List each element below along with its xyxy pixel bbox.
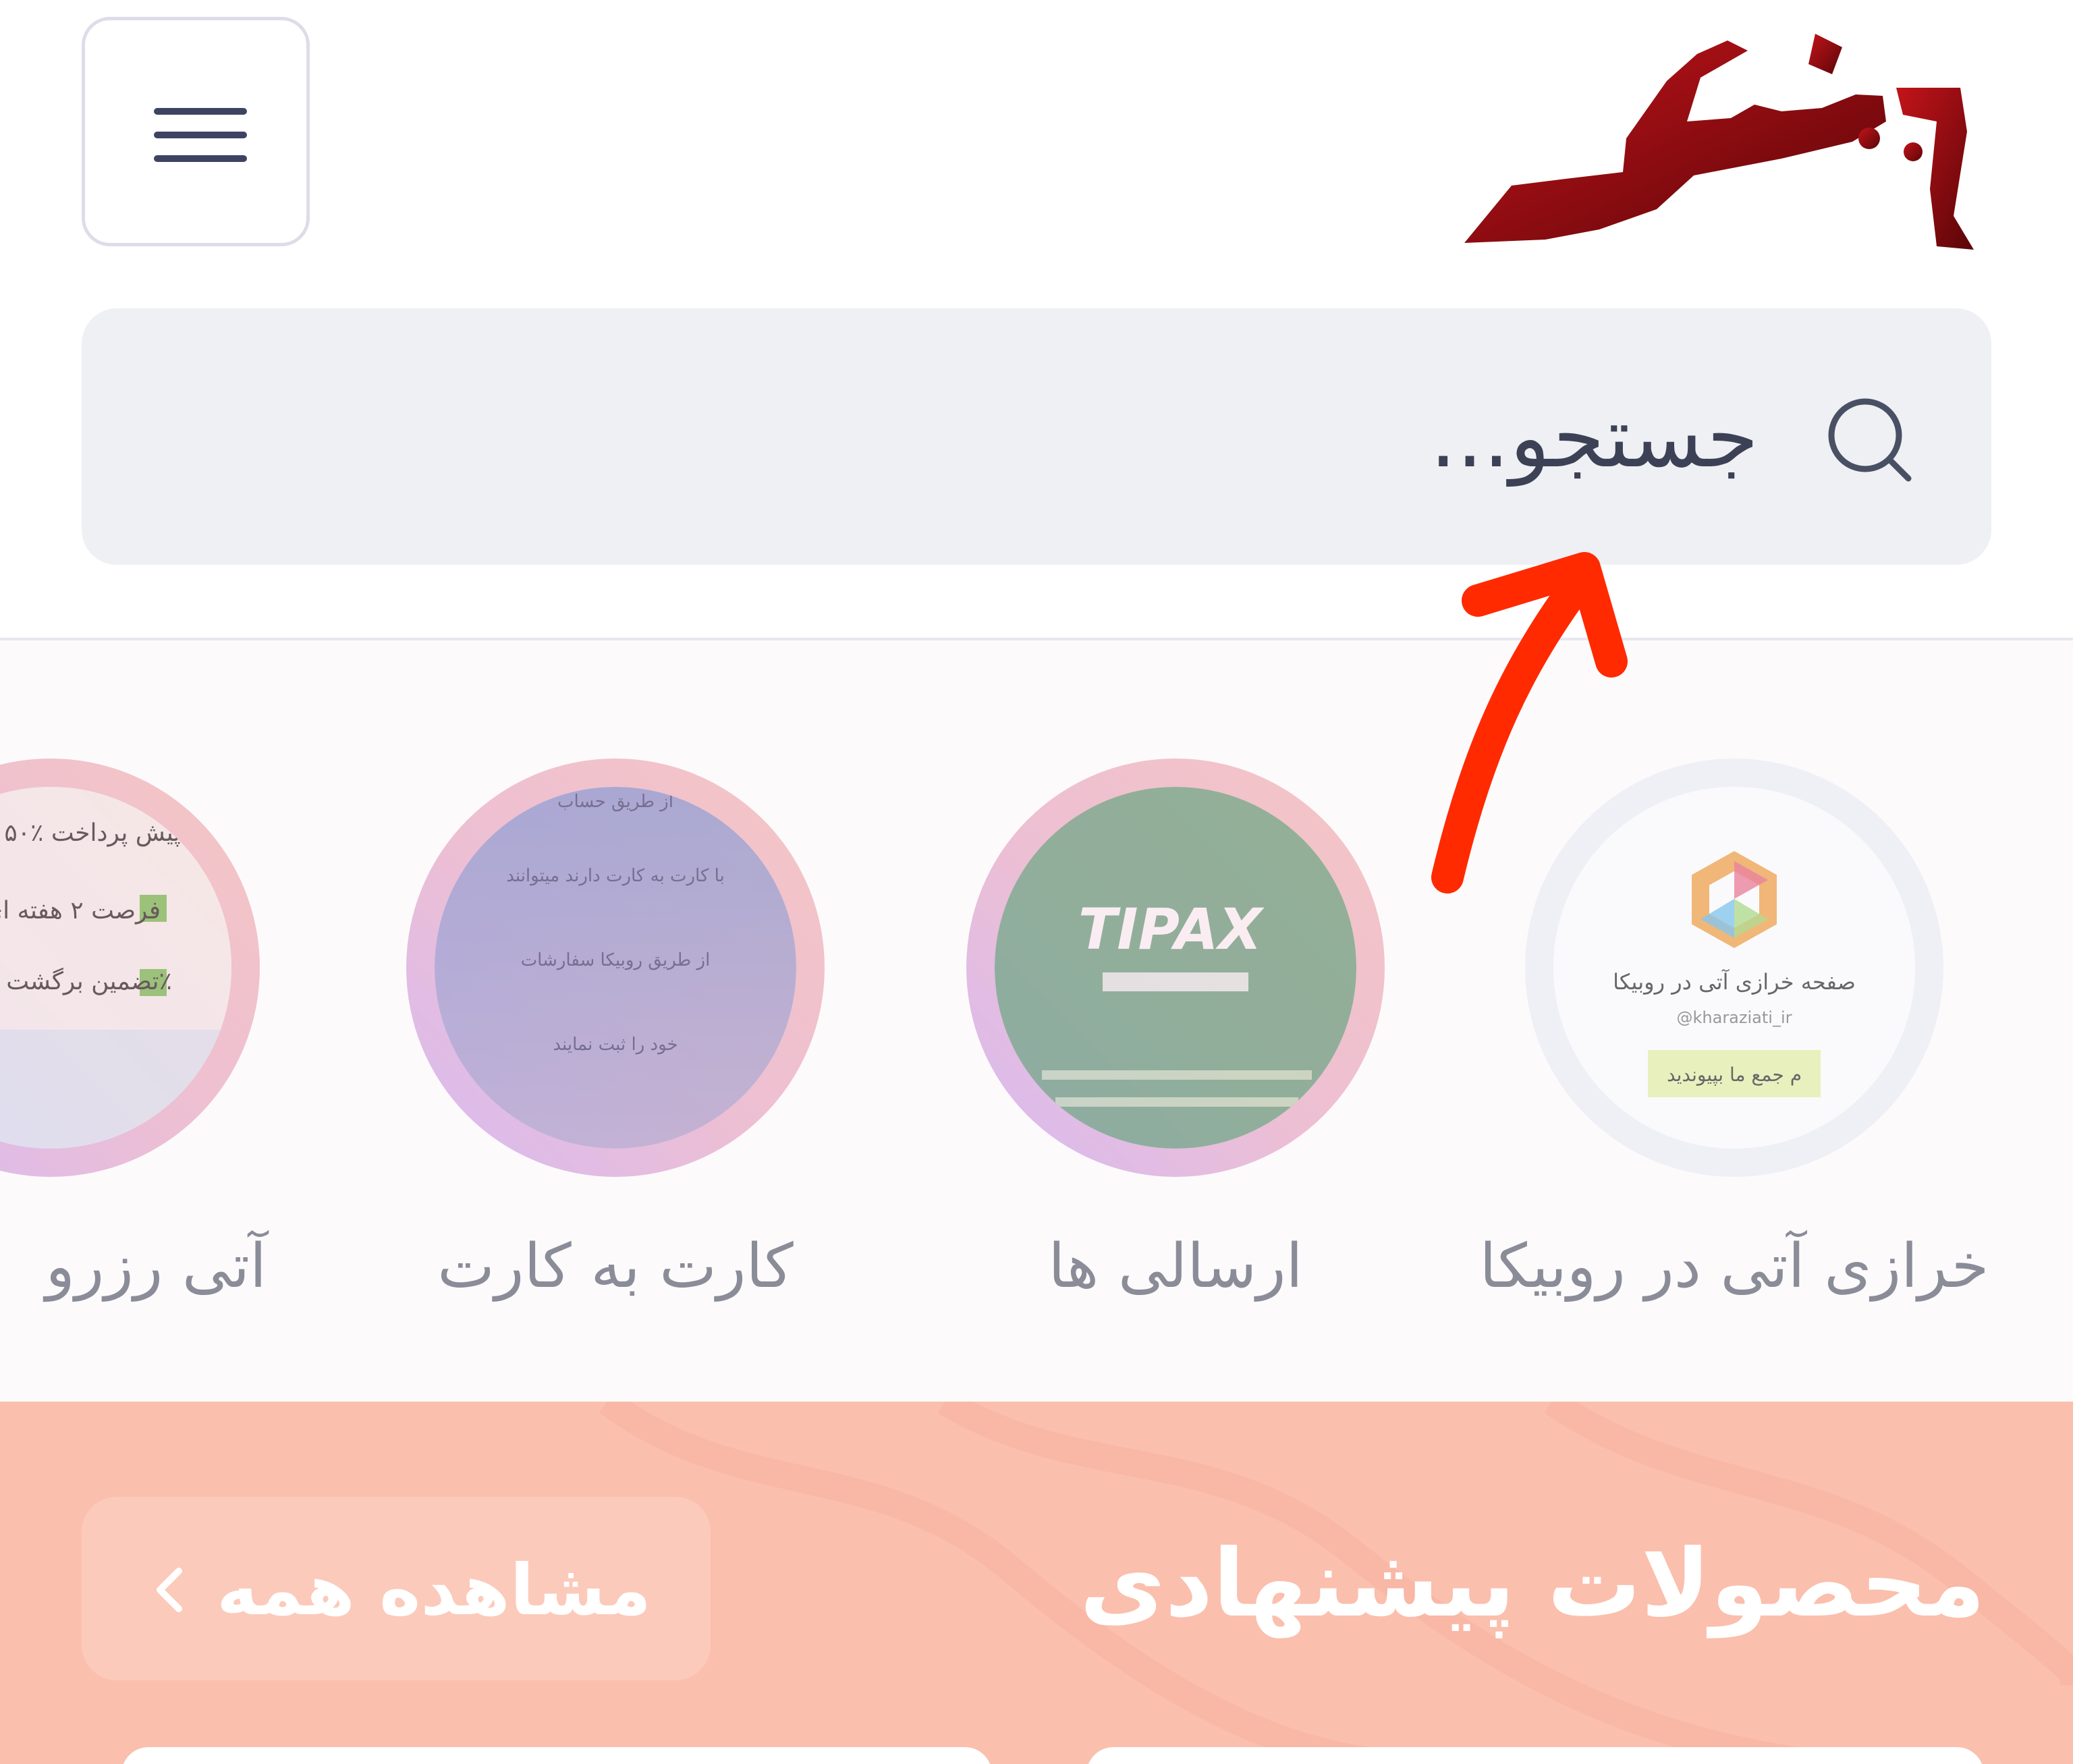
thumb-line: ۵۰٪ پیش پرداخت <box>4 819 180 847</box>
thumb-title: TIPAX <box>1078 896 1265 962</box>
product-card[interactable] <box>121 1747 992 1764</box>
story-label: ارسالی ها <box>1048 1231 1303 1302</box>
chevron-left-icon <box>157 1568 182 1612</box>
view-all-label: مشاهده همه <box>217 1549 651 1631</box>
thumb-line: با کارت به کارت دارند میتوانند <box>506 866 725 886</box>
thumb-banner: م جمع ما بپیوندید <box>1667 1064 1802 1086</box>
thumb-title: صفحه خرازی آتی در روبیکا <box>1613 968 1856 995</box>
view-all-button[interactable]: مشاهده همه <box>82 1497 711 1680</box>
search-icon <box>1828 398 1912 482</box>
menu-button[interactable] <box>82 17 310 246</box>
story-thumbnail: از طریق حساب با کارت به کارت دارند میتوا… <box>435 787 796 1149</box>
search-input[interactable]: جستجو... <box>82 308 1991 565</box>
search-placeholder: جستجو... <box>1429 389 1759 487</box>
story-label: خرازی آتی در روبیکا <box>1479 1231 1989 1302</box>
app-header: جستجو... <box>0 0 2073 640</box>
thumb-line: فرصت ۲ هفته ای <box>0 897 161 925</box>
story-label: کارت به کارت <box>437 1231 794 1302</box>
stories-strip: صفحه خرازی آتی در روبیکا @kharaziati_ir … <box>0 640 2073 1402</box>
thumb-line: از طریق حساب <box>557 792 673 812</box>
section-title: محصولات پیشنهادی <box>1080 1529 1985 1638</box>
thumb-line: از طریق روبیکا سفارشات <box>521 950 711 970</box>
story-thumbnail: صفحه خرازی آتی در روبیکا @kharaziati_ir … <box>1553 787 1915 1149</box>
story-thumbnail: TIPAX <box>995 787 1356 1149</box>
story-label: آتی رزرو <box>45 1231 267 1302</box>
thumb-handle: @kharaziati_ir <box>1677 1008 1792 1027</box>
thumb-line: تضمین برگشت ۲۰٪ <box>0 967 172 995</box>
thumb-line: خود را ثبت نمایند <box>553 1035 678 1055</box>
product-card[interactable] <box>1086 1747 1984 1764</box>
suggested-products-section: مشاهده همه محصولات پیشنهادی <box>0 1402 2073 1764</box>
logo[interactable] <box>1464 13 1994 250</box>
